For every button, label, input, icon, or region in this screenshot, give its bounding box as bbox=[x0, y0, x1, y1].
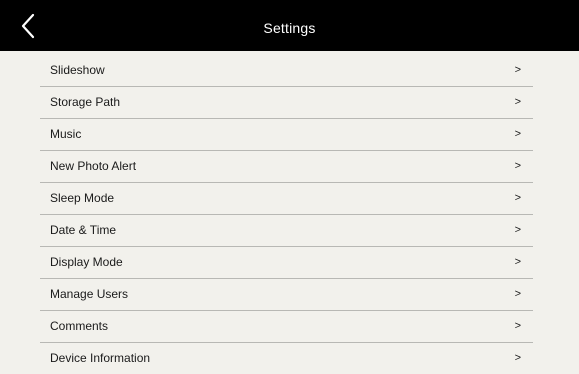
chevron-right-icon: > bbox=[514, 320, 521, 332]
chevron-right-icon: > bbox=[514, 64, 521, 76]
chevron-right-icon: > bbox=[514, 192, 521, 204]
settings-item-label: Display Mode bbox=[50, 255, 123, 269]
chevron-right-icon: > bbox=[514, 352, 521, 364]
settings-item-storage-path[interactable]: Storage Path > bbox=[40, 87, 533, 119]
chevron-right-icon: > bbox=[514, 96, 521, 108]
top-bar: Settings bbox=[0, 0, 579, 51]
settings-item-new-photo-alert[interactable]: New Photo Alert > bbox=[40, 151, 533, 183]
settings-list: Slideshow > Storage Path > Music > New P… bbox=[40, 55, 533, 374]
settings-item-display-mode[interactable]: Display Mode > bbox=[40, 247, 533, 279]
chevron-right-icon: > bbox=[514, 224, 521, 236]
settings-item-slideshow[interactable]: Slideshow > bbox=[40, 55, 533, 87]
page-title: Settings bbox=[263, 20, 316, 36]
chevron-right-icon: > bbox=[514, 256, 521, 268]
settings-item-label: Device Information bbox=[50, 351, 151, 365]
settings-item-device-information[interactable]: Device Information > bbox=[40, 343, 533, 374]
settings-item-label: Storage Path bbox=[50, 95, 121, 109]
settings-item-date-time[interactable]: Date & Time > bbox=[40, 215, 533, 247]
settings-item-comments[interactable]: Comments > bbox=[40, 311, 533, 343]
settings-item-label: New Photo Alert bbox=[50, 159, 137, 173]
chevron-right-icon: > bbox=[514, 128, 521, 140]
settings-item-music[interactable]: Music > bbox=[40, 119, 533, 151]
settings-item-sleep-mode[interactable]: Sleep Mode > bbox=[40, 183, 533, 215]
chevron-right-icon: > bbox=[514, 288, 521, 300]
settings-item-label: Music bbox=[50, 127, 82, 141]
settings-item-label: Manage Users bbox=[50, 287, 129, 301]
settings-item-manage-users[interactable]: Manage Users > bbox=[40, 279, 533, 311]
settings-item-label: Sleep Mode bbox=[50, 191, 115, 205]
settings-item-label: Date & Time bbox=[50, 223, 117, 237]
chevron-right-icon: > bbox=[514, 160, 521, 172]
settings-item-label: Comments bbox=[50, 319, 109, 333]
settings-item-label: Slideshow bbox=[50, 63, 105, 77]
